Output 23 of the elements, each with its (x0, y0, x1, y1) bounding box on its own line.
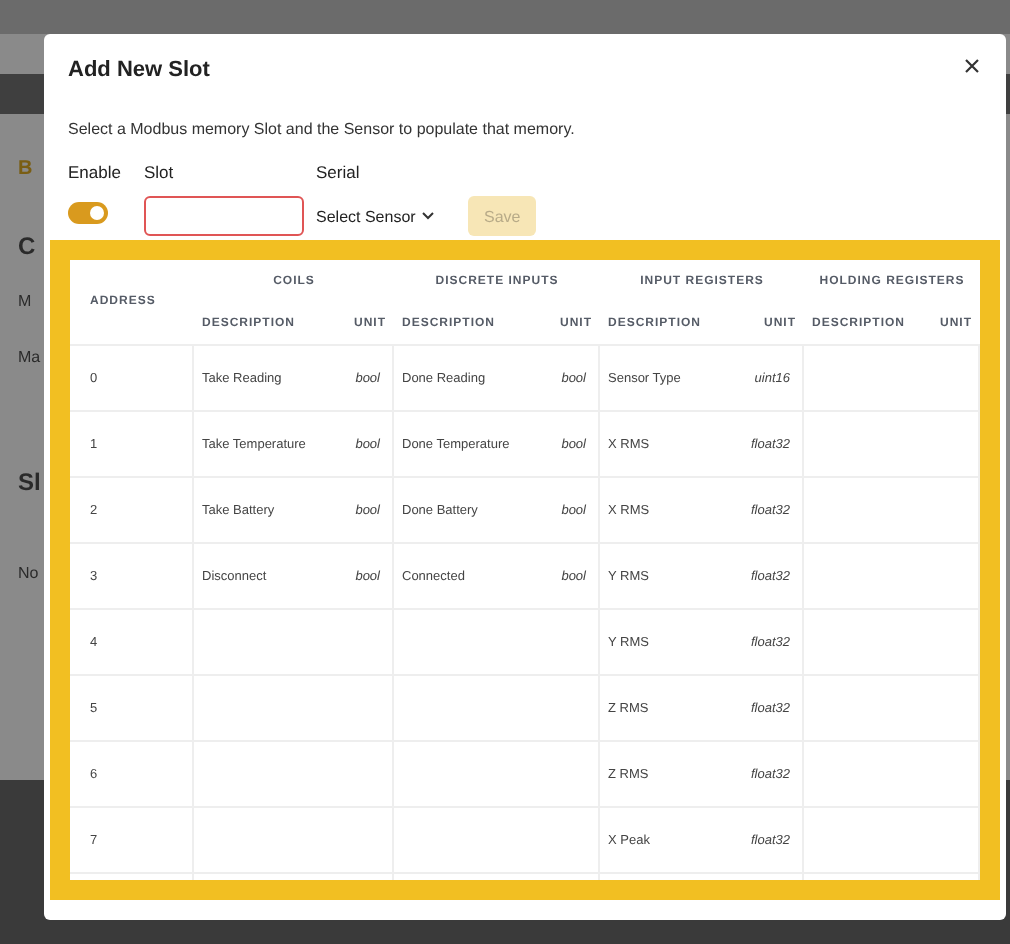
sensor-dropdown[interactable]: Select Sensor (316, 196, 444, 236)
background-text: Ma (18, 346, 41, 370)
table-cell (930, 544, 980, 610)
background-text: M (18, 290, 32, 314)
background-text: No (18, 562, 39, 586)
dialog-description: Select a Modbus memory Slot and the Sensor to populate that memory. (68, 120, 577, 138)
slot-input-field[interactable] (144, 196, 304, 236)
table-cell (930, 676, 980, 742)
dialog-title: Add New Slot (68, 58, 210, 82)
table-cell (930, 478, 980, 544)
background-text: C (18, 234, 36, 258)
table-cell (930, 742, 980, 808)
enable-label: Enable (68, 162, 123, 182)
table-cell (930, 412, 980, 478)
enable-toggle[interactable] (68, 202, 108, 224)
background-text: Sl (18, 470, 41, 494)
table-cell (930, 610, 980, 676)
caret-icon (421, 212, 434, 220)
slot-label: Slot (144, 162, 176, 182)
table-cell (930, 808, 980, 874)
table-cell (930, 346, 980, 412)
background-text: B (18, 158, 33, 182)
serial-label: Serial (316, 162, 362, 182)
